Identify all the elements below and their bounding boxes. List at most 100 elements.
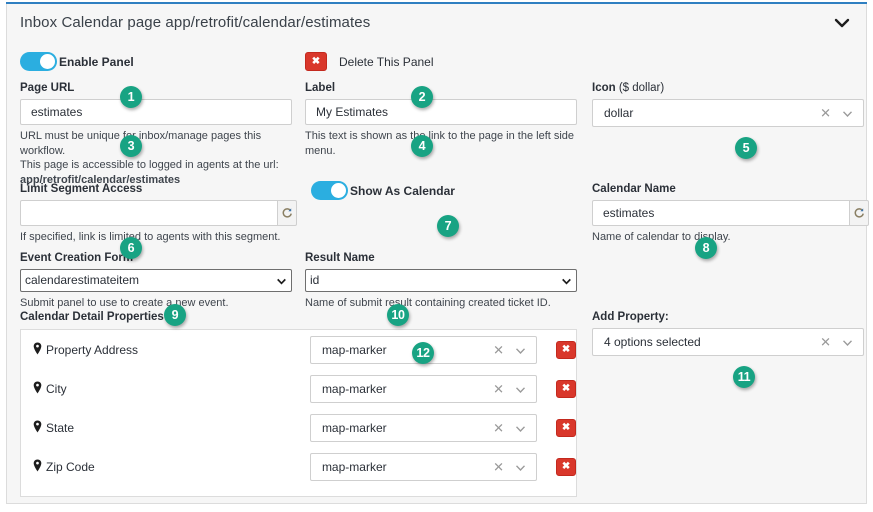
property-name-cell: City xyxy=(33,381,310,397)
refresh-icon[interactable] xyxy=(849,200,869,226)
badge-1: 1 xyxy=(120,86,142,108)
badge-5: 5 xyxy=(735,137,757,159)
badge-8: 8 xyxy=(695,237,717,259)
add-property-label: Add Property: xyxy=(592,311,669,323)
map-marker-pin-icon xyxy=(33,381,42,397)
badge-4: 4 xyxy=(411,135,433,157)
property-name-text: Zip Code xyxy=(46,459,95,474)
detail-properties-rows: Property Address map-marker ✕ ✖ City map-mark… xyxy=(21,330,576,486)
chevron-down-icon[interactable] xyxy=(842,106,853,120)
close-icon[interactable]: ✕ xyxy=(820,336,831,349)
table-row: Property Address map-marker ✕ ✖ xyxy=(21,330,576,369)
label-help: This text is shown as the link to the pa… xyxy=(305,130,575,157)
add-property-value: 4 options selected xyxy=(604,335,701,349)
badge-9: 9 xyxy=(164,304,186,326)
times-icon[interactable]: ✖ xyxy=(305,52,327,71)
icon-select[interactable]: dollar ✕ xyxy=(592,99,864,127)
property-name-text: State xyxy=(46,420,75,435)
event-creation-form-group: Event Creation Form calendarestimateitem… xyxy=(20,252,292,311)
enable-panel-toggle[interactable] xyxy=(20,52,57,71)
icon-field-label-light: ($ dollar) xyxy=(618,82,665,94)
property-delete-button[interactable]: ✖ xyxy=(556,457,576,476)
delete-panel-row[interactable]: ✖ Delete This Panel xyxy=(305,52,434,71)
icon-field-group: Icon ($ dollar) dollar ✕ xyxy=(592,82,864,127)
icon-select-value: dollar xyxy=(604,106,634,120)
badge-6: 6 xyxy=(120,237,142,259)
property-name-text: Property Address xyxy=(46,342,139,357)
event-creation-form-select[interactable]: calendarestimateitem xyxy=(20,269,292,292)
property-icon-value: map-marker xyxy=(321,342,387,357)
inbox-calendar-panel: Inbox Calendar page app/retrofit/calenda… xyxy=(6,4,869,504)
panel-header[interactable]: Inbox Calendar page app/retrofit/calenda… xyxy=(7,4,866,41)
event-creation-form-help: Submit panel to use to create a new even… xyxy=(20,297,229,309)
chevron-down-icon[interactable] xyxy=(842,335,853,349)
map-marker-pin-icon xyxy=(33,342,42,358)
property-delete-button[interactable]: ✖ xyxy=(556,340,576,359)
result-name-help: Name of submit result containing created… xyxy=(305,297,551,309)
result-name-value: id xyxy=(310,273,320,287)
delete-panel-label: Delete This Panel xyxy=(339,54,434,69)
label-field-label: Label xyxy=(305,82,336,94)
badge-11: 11 xyxy=(733,366,755,388)
show-as-calendar-toggle[interactable] xyxy=(311,181,348,200)
property-delete-button[interactable]: ✖ xyxy=(556,418,576,437)
page-url-help-line2: This page is accessible to logged in age… xyxy=(20,159,279,171)
property-icon-select[interactable]: map-marker ✕ xyxy=(309,413,538,442)
close-icon[interactable]: ✕ xyxy=(493,382,504,395)
page-url-field-group: Page URL URL must be unique for inbox/ma… xyxy=(20,82,292,187)
show-as-calendar-label: Show As Calendar xyxy=(350,183,455,198)
chevron-down-icon[interactable] xyxy=(516,460,526,474)
badge-10: 10 xyxy=(387,304,409,326)
result-name-select[interactable]: id xyxy=(305,269,577,292)
chevron-down-icon[interactable] xyxy=(516,343,526,357)
panel-body: Enable Panel 1 ✖ Delete This Panel 2 Pag… xyxy=(7,41,869,503)
result-name-group: Result Name id Name of submit result con… xyxy=(305,252,577,311)
detail-properties-section-label: Calendar Detail Properties xyxy=(20,311,164,323)
property-name-cell: Zip Code xyxy=(33,459,310,475)
add-property-group: Add Property: 4 options selected ✕ xyxy=(592,311,864,356)
property-icon-value: map-marker xyxy=(321,420,387,435)
page-url-input[interactable] xyxy=(20,99,292,125)
close-icon[interactable]: ✕ xyxy=(493,460,504,473)
page-title: Inbox Calendar page app/retrofit/calenda… xyxy=(20,14,371,31)
limit-segment-help: If specified, link is limited to agents … xyxy=(20,231,281,243)
table-row: State map-marker ✕ ✖ xyxy=(21,408,576,447)
property-icon-value: map-marker xyxy=(321,381,387,396)
event-creation-form-value: calendarestimateitem xyxy=(25,273,140,287)
result-name-label: Result Name xyxy=(305,252,375,264)
close-icon[interactable]: ✕ xyxy=(493,421,504,434)
calendar-name-input-group xyxy=(592,200,869,226)
limit-segment-input-group xyxy=(20,200,297,226)
enable-panel-label: Enable Panel xyxy=(59,54,134,69)
toggle-knob xyxy=(40,54,55,69)
chevron-down-icon[interactable] xyxy=(562,270,571,291)
label-input[interactable] xyxy=(305,99,577,125)
table-row: City map-marker ✕ ✖ xyxy=(21,369,576,408)
property-icon-select[interactable]: map-marker ✕ xyxy=(309,452,538,481)
property-icon-select[interactable]: map-marker ✕ xyxy=(309,374,538,403)
refresh-icon[interactable] xyxy=(277,200,297,226)
chevron-down-icon[interactable] xyxy=(832,13,852,33)
event-creation-form-label: Event Creation Form xyxy=(20,252,134,264)
chevron-down-icon[interactable] xyxy=(516,382,526,396)
add-property-select[interactable]: 4 options selected ✕ xyxy=(592,328,864,356)
close-icon[interactable]: ✕ xyxy=(493,343,504,356)
property-delete-button[interactable]: ✖ xyxy=(556,379,576,398)
badge-2: 2 xyxy=(411,86,433,108)
icon-field-label: Icon ($ dollar) xyxy=(592,82,864,95)
badge-7: 7 xyxy=(437,215,459,237)
map-marker-pin-icon xyxy=(33,459,42,475)
calendar-name-label: Calendar Name xyxy=(592,183,676,195)
property-icon-value: map-marker xyxy=(321,459,387,474)
calendar-name-input[interactable] xyxy=(592,200,850,226)
chevron-down-icon[interactable] xyxy=(516,421,526,435)
property-name-cell: Property Address xyxy=(33,342,310,358)
badge-3: 3 xyxy=(120,135,142,157)
show-as-calendar-toggle-row[interactable]: Show As Calendar xyxy=(311,181,455,200)
label-field-group: Label This text is shown as the link to … xyxy=(305,82,577,158)
chevron-down-icon[interactable] xyxy=(277,270,286,291)
limit-segment-input[interactable] xyxy=(20,200,278,226)
enable-panel-toggle-row[interactable]: Enable Panel xyxy=(20,52,134,71)
close-icon[interactable]: ✕ xyxy=(820,107,831,120)
toggle-knob xyxy=(331,183,346,198)
